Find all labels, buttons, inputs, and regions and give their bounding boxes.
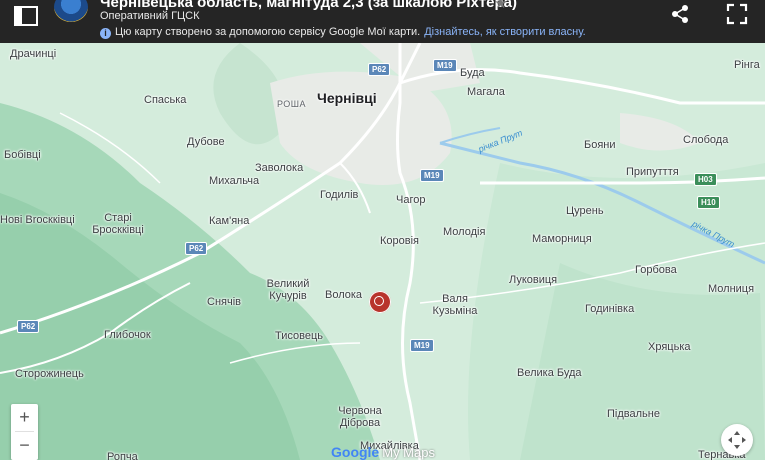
place-label: Цурень xyxy=(566,205,604,217)
place-label: РОША xyxy=(277,99,307,109)
place-label: Молодія xyxy=(443,226,486,238)
place-label: Михальча xyxy=(209,175,260,187)
place-label: Бояни xyxy=(584,139,616,151)
place-label: Підвальне xyxy=(607,408,660,420)
share-icon[interactable] xyxy=(669,3,691,25)
place-label: Снячів xyxy=(207,296,241,308)
fullscreen-icon[interactable] xyxy=(726,3,748,25)
place-label: Годинівка xyxy=(585,303,635,315)
place-label: Дубове xyxy=(187,136,225,148)
author-logo xyxy=(54,0,88,22)
place-label: Кам'яна xyxy=(209,215,250,227)
place-label: Нові Broскківці xyxy=(0,214,75,226)
locate-button[interactable] xyxy=(721,424,753,456)
place-label: Коровія xyxy=(380,235,420,247)
google-logo: Google My Maps xyxy=(331,444,435,460)
info-text: Цю карту створено за допомогою сервісу G… xyxy=(115,26,421,38)
place-label: Заволока xyxy=(255,162,304,174)
road-shield: M19 xyxy=(433,59,457,72)
place-label: Луковиця xyxy=(509,274,558,286)
zoom-in-button[interactable]: + xyxy=(11,404,38,431)
expand-arrows-icon xyxy=(728,431,746,449)
place-label: Ропча xyxy=(107,451,138,460)
road-shield: P62 xyxy=(368,63,391,76)
road-shield: P62 xyxy=(17,320,40,333)
place-label: Хряцька xyxy=(648,341,691,353)
place-label: Буда xyxy=(460,67,485,79)
place-label: Магала xyxy=(467,86,505,98)
map-author[interactable]: Оперативний ГЦСК xyxy=(100,10,200,22)
road-shield: M19 xyxy=(420,169,444,182)
place-label: Молниця xyxy=(708,283,755,295)
place-label: Валя Кузьміна xyxy=(432,293,478,317)
star-icon[interactable]: ★ xyxy=(494,0,507,12)
info-line: i Цю карту створено за допомогою сервісу … xyxy=(100,26,586,39)
zoom-control: + − xyxy=(11,404,38,460)
place-label: Слобода xyxy=(683,134,729,146)
zoom-out-button[interactable]: − xyxy=(11,432,38,459)
place-label: Драчинці xyxy=(10,48,57,60)
info-icon: i xyxy=(100,28,111,39)
city-label: Чернівці xyxy=(317,90,377,106)
place-label: Старі Броскківці xyxy=(92,212,144,236)
place-label: Бобівці xyxy=(4,149,41,161)
road-shield: P62 xyxy=(185,242,208,255)
my-maps-label: My Maps xyxy=(382,445,435,460)
place-label: Глибочок xyxy=(104,329,151,341)
place-label: Годилів xyxy=(320,189,359,201)
map-header: Чернівецька область, магнітуда 2,3 (за ш… xyxy=(0,0,765,43)
sidebar-toggle-icon[interactable] xyxy=(14,6,38,26)
place-label: Червона Діброва xyxy=(338,405,382,429)
place-label: Чагор xyxy=(396,194,426,206)
place-label: Припутття xyxy=(626,166,679,178)
place-label: Волока xyxy=(325,289,363,301)
google-wordmark: Google xyxy=(331,444,380,460)
map-canvas[interactable]: Драчинці Спаська РОША Бобівці Дубове Зав… xyxy=(0,43,765,460)
road-shield: H03 xyxy=(694,173,717,186)
map-base xyxy=(0,43,765,460)
info-link[interactable]: Дізнайтесь, як створити власну. xyxy=(424,26,586,38)
place-label: Горбова xyxy=(635,264,677,276)
place-label: Маморниця xyxy=(532,233,592,245)
place-label: Спаська xyxy=(144,94,187,106)
place-label: Велика Буда xyxy=(517,367,582,379)
epicenter-marker-icon[interactable] xyxy=(369,291,391,313)
place-label: Великий Кучурів xyxy=(266,278,310,302)
place-label: Тисовець xyxy=(275,330,323,342)
road-shield: H10 xyxy=(697,196,720,209)
road-shield: M19 xyxy=(410,339,434,352)
place-label: Рінга xyxy=(734,59,760,71)
place-label: Сторожинець xyxy=(15,368,84,380)
